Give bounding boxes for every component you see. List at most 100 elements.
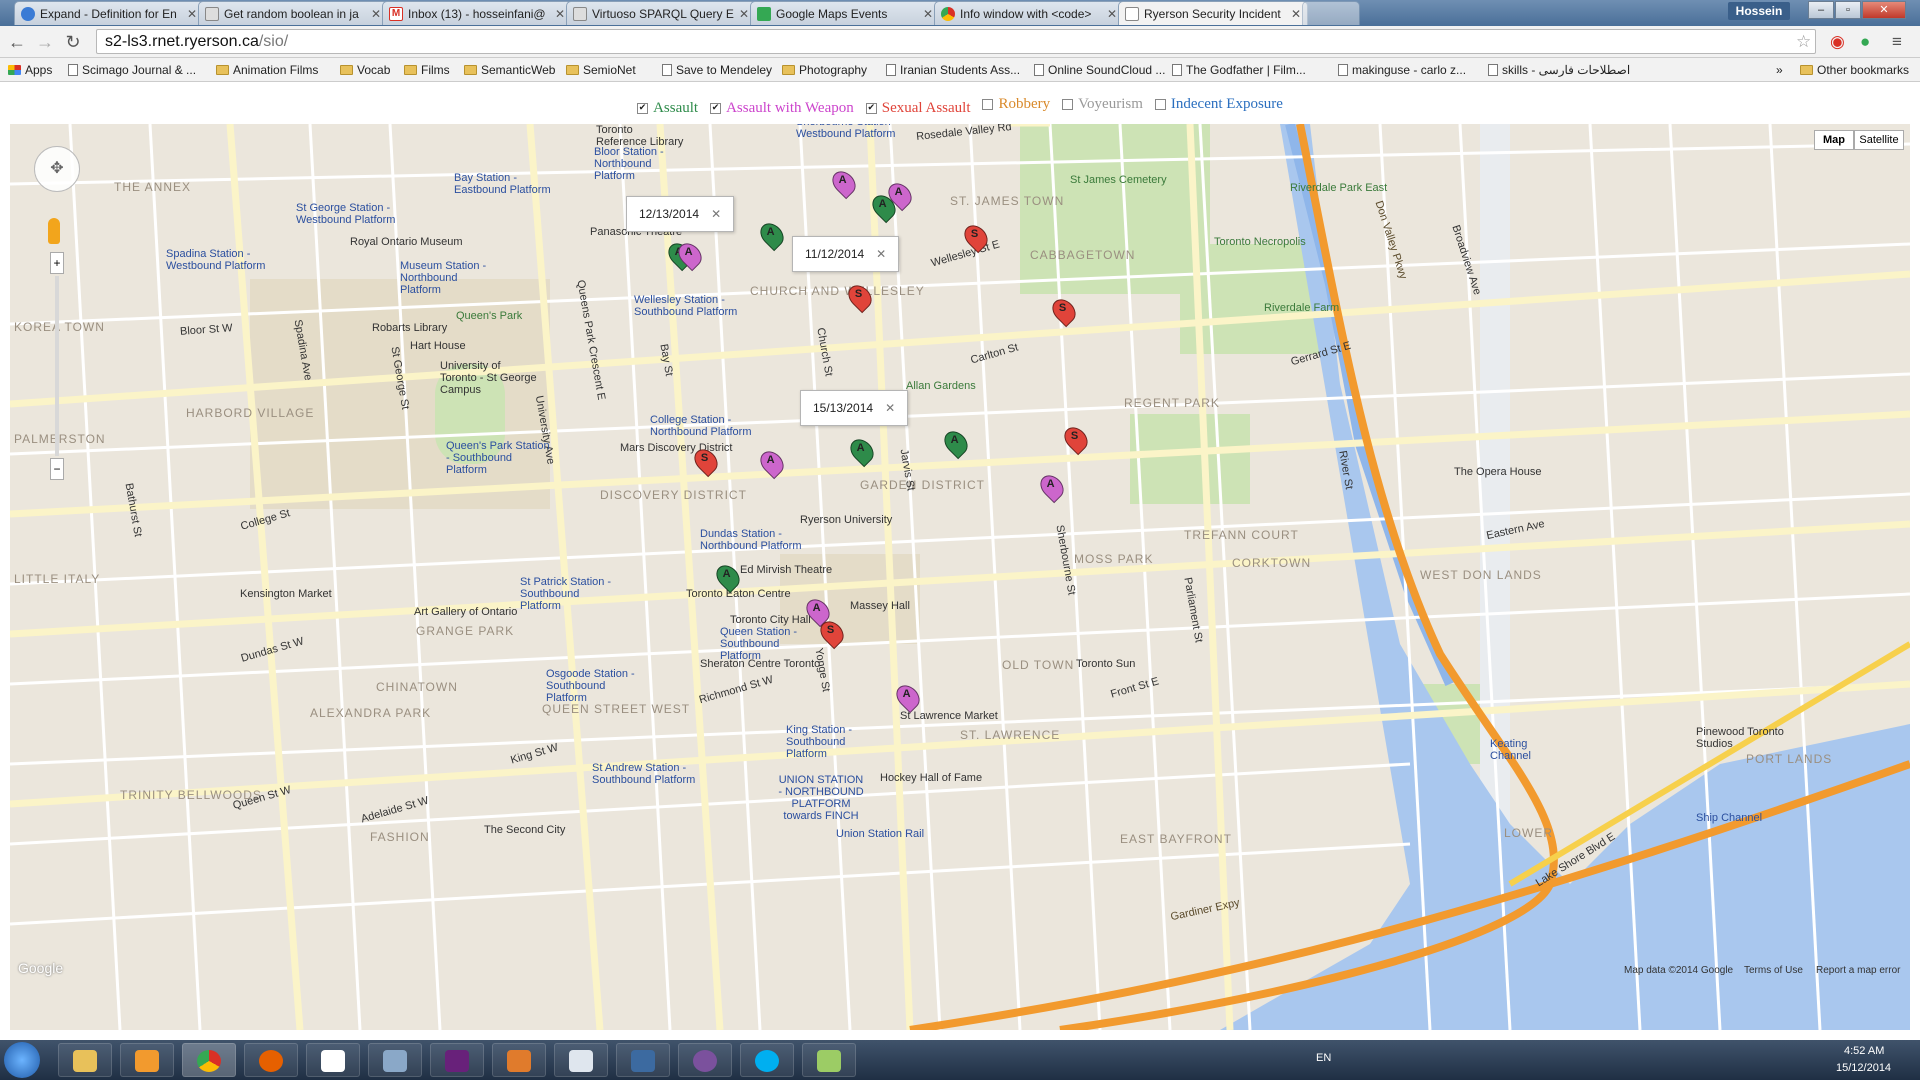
zoom-slider[interactable]	[55, 276, 59, 456]
skype-taskbar-icon[interactable]	[740, 1043, 794, 1077]
terms-of-use-link[interactable]: Terms of Use	[1744, 965, 1803, 976]
zoom-in-button[interactable]: +	[50, 252, 64, 274]
bookmark-item[interactable]: Save to Mendeley	[662, 63, 772, 77]
filter-checkbox[interactable]: ✔	[865, 103, 877, 114]
marker-letter: S	[970, 228, 979, 241]
bookmark-item[interactable]: Photography	[782, 63, 867, 77]
gmail-icon: M	[389, 6, 403, 21]
filter-checkbox[interactable]: ✔	[637, 103, 649, 114]
explorer-taskbar-icon[interactable]	[58, 1043, 112, 1077]
viber-taskbar-icon[interactable]	[678, 1043, 732, 1077]
menu-icon[interactable]: ≡	[1892, 32, 1902, 52]
bookmark-item[interactable]: Vocab	[340, 63, 390, 77]
window-close-button[interactable]: ✕	[1862, 1, 1906, 19]
map-label-alexandra-park: ALEXANDRA PARK	[310, 706, 432, 720]
report-map-error-link[interactable]: Report a map error	[1816, 965, 1900, 976]
pan-control-icon[interactable]: ✥	[34, 146, 80, 192]
map-label-palmerston: PALMERSTON	[14, 432, 106, 446]
app-taskbar-icon[interactable]	[306, 1043, 360, 1077]
filter-checkbox[interactable]	[1062, 99, 1074, 110]
pegman-icon[interactable]	[48, 218, 60, 244]
filter-checkbox[interactable]: ✔	[710, 103, 722, 114]
filter-sexual-assault[interactable]: ✔ Sexual Assault	[865, 100, 970, 117]
browser-tab-2[interactable]: Get random boolean in ja ✕	[198, 1, 388, 25]
bookmark-item[interactable]: skills - اصطلاحات فارسی	[1488, 63, 1630, 77]
close-icon[interactable]: ✕	[885, 401, 895, 415]
marker-letter: A	[766, 226, 775, 239]
map-type-satellite-button[interactable]: Satellite	[1854, 130, 1904, 150]
maximize-button[interactable]: ▫	[1835, 1, 1861, 19]
browser-tab-4[interactable]: Virtuoso SPARQL Query E ✕	[566, 1, 756, 25]
app-taskbar-icon[interactable]	[616, 1043, 670, 1077]
close-icon[interactable]: ✕	[1107, 7, 1117, 21]
filter-robbery[interactable]: Robbery	[982, 96, 1050, 113]
extension-icon[interactable]: ◉	[1830, 32, 1845, 52]
filter-indecent-exposure[interactable]: Indecent Exposure	[1154, 96, 1283, 113]
page-icon	[662, 64, 672, 76]
close-icon[interactable]: ✕	[371, 7, 381, 21]
browser-tab-5[interactable]: Google Maps Events ✕	[750, 1, 940, 25]
bookmark-item[interactable]: Scimago Journal & ...	[68, 63, 196, 77]
bookmark-item[interactable]: Iranian Students Ass...	[886, 63, 1020, 77]
map-label-hart-house: Hart House	[410, 340, 466, 352]
visual-studio-taskbar-icon[interactable]	[430, 1043, 484, 1077]
chrome-taskbar-icon[interactable]	[182, 1043, 236, 1077]
map-view[interactable]: THE ANNEX HARBORD VILLAGE PALMERSTON LIT…	[10, 124, 1910, 1030]
bookmark-item[interactable]: The Godfather | Film...	[1172, 63, 1306, 77]
incident-date: 11/12/2014	[805, 247, 865, 261]
bookmark-label: SemanticWeb	[481, 63, 556, 77]
bookmark-item[interactable]: makinguse - carlo z...	[1338, 63, 1466, 77]
incident-date: 12/13/2014	[639, 207, 700, 221]
bookmark-more-chevron[interactable]: »	[1776, 63, 1783, 77]
info-window[interactable]: 15/13/2014 ✕	[800, 390, 909, 426]
clock-time[interactable]: 4:52 AM	[1844, 1045, 1884, 1057]
close-icon[interactable]: ✕	[187, 7, 197, 21]
reload-icon[interactable]: ↻	[62, 32, 84, 53]
filter-checkbox[interactable]	[982, 99, 994, 110]
bookmark-item[interactable]: Online SoundCloud ...	[1034, 63, 1165, 77]
bookmark-item[interactable]: SemanticWeb	[464, 63, 555, 77]
bookmark-item[interactable]: Films	[404, 63, 450, 77]
matlab-taskbar-icon[interactable]	[492, 1043, 546, 1077]
close-icon[interactable]: ✕	[923, 7, 933, 21]
info-window[interactable]: 12/13/2014 ✕	[626, 196, 735, 232]
app-taskbar-icon[interactable]	[368, 1043, 422, 1077]
filter-checkbox[interactable]	[1154, 99, 1166, 110]
close-icon[interactable]: ✕	[739, 7, 749, 21]
filter-assault-with-weapon[interactable]: ✔ Assault with Weapon	[710, 100, 854, 117]
profile-name[interactable]: Hossein	[1728, 2, 1790, 20]
map-label-hockey-hall: Hockey Hall of Fame	[880, 772, 983, 784]
info-window[interactable]: 11/12/2014 ✕	[792, 236, 900, 272]
folder-icon	[216, 65, 229, 75]
bookmark-item[interactable]: Apps	[8, 63, 52, 77]
start-button-icon[interactable]	[4, 1042, 40, 1078]
star-icon[interactable]: ☆	[1796, 32, 1811, 52]
close-icon[interactable]: ✕	[876, 247, 886, 261]
bookmark-item[interactable]: Animation Films	[216, 63, 318, 77]
app-taskbar-icon[interactable]	[802, 1043, 856, 1077]
address-bar[interactable]: s2-ls3.rnet.ryerson.ca/sio/	[96, 29, 1816, 54]
app-taskbar-icon[interactable]	[554, 1043, 608, 1077]
extension-icon[interactable]: ●	[1860, 32, 1870, 52]
browser-tab-6[interactable]: Info window with <code> ✕	[934, 1, 1124, 25]
map-type-map-button[interactable]: Map	[1814, 130, 1854, 150]
bookmark-item[interactable]: SemioNet	[566, 63, 636, 77]
clock-date[interactable]: 15/12/2014	[1836, 1062, 1891, 1074]
other-bookmarks[interactable]: Other bookmarks	[1800, 63, 1909, 77]
close-icon[interactable]: ✕	[1291, 7, 1301, 21]
firefox-taskbar-icon[interactable]	[244, 1043, 298, 1077]
language-indicator[interactable]: EN	[1316, 1052, 1331, 1064]
forward-arrow-icon[interactable]: →	[34, 32, 56, 53]
new-tab-button[interactable]	[1302, 1, 1360, 25]
browser-tab-1[interactable]: Expand - Definition for En ✕	[14, 1, 204, 25]
minimize-button[interactable]: –	[1808, 1, 1834, 19]
close-icon[interactable]: ✕	[555, 7, 565, 21]
media-player-taskbar-icon[interactable]	[120, 1043, 174, 1077]
filter-voyeurism[interactable]: Voyeurism	[1062, 96, 1143, 113]
back-arrow-icon[interactable]: ←	[6, 32, 28, 53]
browser-tab-3[interactable]: M Inbox (13) - hosseinfani@ ✕	[382, 1, 572, 25]
zoom-out-button[interactable]: −	[50, 458, 64, 480]
filter-assault[interactable]: ✔ Assault	[637, 100, 698, 117]
close-icon[interactable]: ✕	[711, 207, 721, 221]
browser-tab-active[interactable]: Ryerson Security Incident ✕	[1118, 1, 1308, 25]
